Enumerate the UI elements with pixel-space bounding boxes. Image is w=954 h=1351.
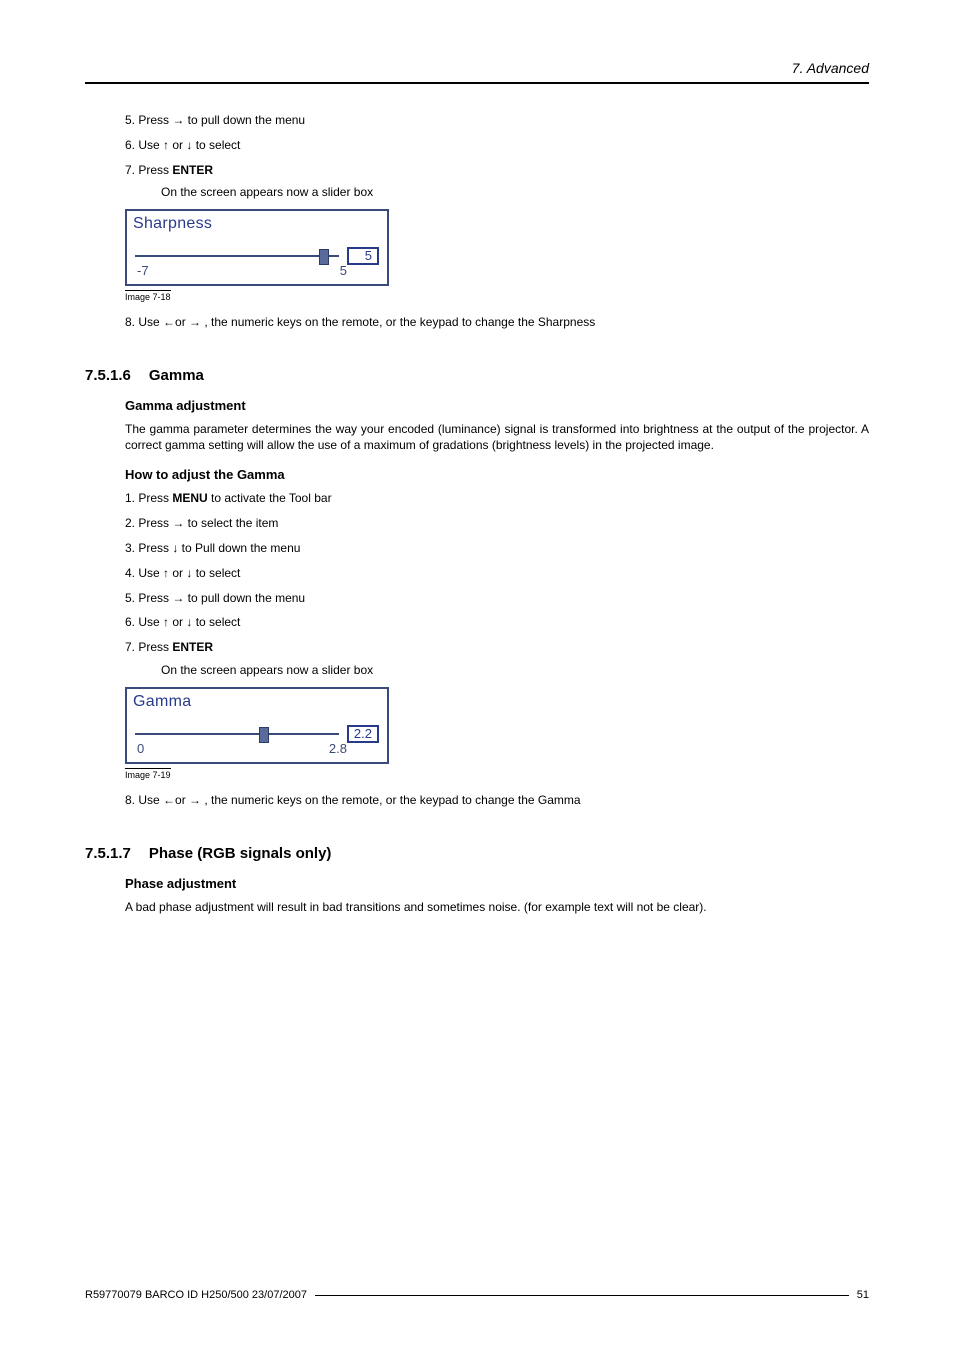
section-heading-phase: 7.5.1.7Phase (RGB signals only) — [85, 845, 869, 862]
g-step-4: 4. Use ↑ or ↓ to select — [125, 565, 869, 582]
slider-title: Sharpness — [127, 211, 387, 237]
step-5: 5. Press → to pull down the menu — [125, 112, 869, 129]
slider-min: 0 — [137, 741, 144, 756]
step-8: 8. Use ←or → , the numeric keys on the r… — [125, 314, 869, 331]
g-step-7: 7. Press ENTER On the screen appears now… — [125, 639, 869, 679]
slider-track — [135, 727, 339, 741]
g-step-8: 8. Use ←or → , the numeric keys on the r… — [125, 792, 869, 809]
slider-value: 5 — [347, 247, 379, 265]
footer-docinfo: R59770079 BARCO ID H250/500 23/07/2007 — [85, 1289, 307, 1301]
phase-description: A bad phase adjustment will result in ba… — [125, 899, 869, 915]
g-step-6: 6. Use ↑ or ↓ to select — [125, 614, 869, 631]
step-7: 7. Press ENTER On the screen appears now… — [125, 162, 869, 202]
g-step-5: 5. Press → to pull down the menu — [125, 590, 869, 607]
step-7-note: On the screen appears now a slider box — [161, 184, 869, 201]
g-step-3: 3. Press ↓ to Pull down the menu — [125, 540, 869, 557]
image-caption: Image 7-18 — [125, 290, 171, 302]
gamma-steps: 1. Press MENU to activate the Tool bar 2… — [125, 490, 869, 678]
slider-thumb — [319, 249, 329, 265]
slider-max: 2.8 — [329, 741, 347, 756]
footer-rule — [315, 1295, 849, 1296]
g-step-2: 2. Press → to select the item — [125, 515, 869, 532]
sub-heading-phase-adj: Phase adjustment — [125, 876, 869, 891]
gamma-slider-box: Gamma 2.2 0 2.8 — [125, 687, 389, 764]
g-step-7-note: On the screen appears now a slider box — [161, 662, 869, 679]
slider-max: 5 — [340, 263, 347, 278]
sub-heading-gamma-adj: Gamma adjustment — [125, 398, 869, 413]
slider-min: -7 — [137, 263, 149, 278]
gamma-description: The gamma parameter determines the way y… — [125, 421, 869, 453]
g-step-1: 1. Press MENU to activate the Tool bar — [125, 490, 869, 507]
sharpness-continued-steps: 5. Press → to pull down the menu 6. Use … — [125, 112, 869, 201]
step-6: 6. Use ↑ or ↓ to select — [125, 137, 869, 154]
slider-thumb — [259, 727, 269, 743]
slider-title: Gamma — [127, 689, 387, 715]
footer-pagenum: 51 — [857, 1289, 869, 1301]
slider-track — [135, 249, 339, 263]
sharpness-slider-box: Sharpness 5 -7 5 — [125, 209, 389, 286]
sub-heading-how-gamma: How to adjust the Gamma — [125, 467, 869, 482]
image-caption: Image 7-19 — [125, 768, 171, 780]
slider-value: 2.2 — [347, 725, 379, 743]
section-heading-gamma: 7.5.1.6Gamma — [85, 367, 869, 384]
chapter-header: 7. Advanced — [85, 60, 869, 84]
page-footer: R59770079 BARCO ID H250/500 23/07/2007 5… — [85, 1289, 869, 1301]
